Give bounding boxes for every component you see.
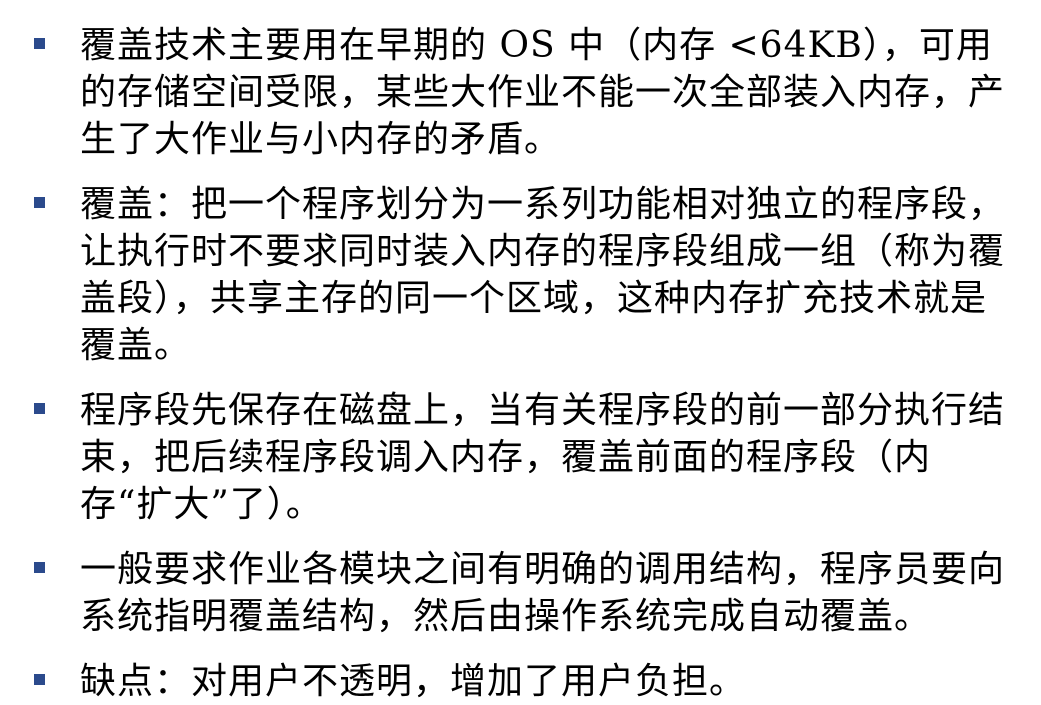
slide: 覆盖技术主要用在早期的 OS 中（内存 <64KB），可用的存储空间受限，某些大… (0, 0, 1041, 702)
bullet-text: 程序段先保存在磁盘上，当有关程序段的前一部分执行结束，把后续程序段调入内存，覆盖… (80, 390, 1006, 525)
bullet-item-overlay-requirement: 一般要求作业各模块之间有明确的调用结构，程序员要向系统指明覆盖结构，然后由操作系… (30, 546, 1020, 640)
bullet-text: 覆盖：把一个程序划分为一系列功能相对独立的程序段，让执行时不要求同时装入内存的程… (80, 184, 1006, 366)
bullet-item-overlay-background: 覆盖技术主要用在早期的 OS 中（内存 <64KB），可用的存储空间受限，某些大… (30, 22, 1020, 163)
bullet-text: 一般要求作业各模块之间有明确的调用结构，程序员要向系统指明覆盖结构，然后由操作系… (80, 549, 1006, 637)
bullet-item-overlay-process: 程序段先保存在磁盘上，当有关程序段的前一部分执行结束，把后续程序段调入内存，覆盖… (30, 387, 1020, 528)
bullet-item-overlay-drawback: 缺点：对用户不透明，增加了用户负担。 (30, 658, 1020, 705)
bullet-item-overlay-definition: 覆盖：把一个程序划分为一系列功能相对独立的程序段，让执行时不要求同时装入内存的程… (30, 181, 1020, 369)
square-bullet-icon (34, 38, 45, 49)
square-bullet-icon (34, 197, 45, 208)
square-bullet-icon (34, 403, 45, 414)
bullet-text: 缺点：对用户不透明，增加了用户负担。 (80, 661, 747, 702)
square-bullet-icon (34, 674, 45, 685)
square-bullet-icon (34, 562, 45, 573)
bullet-text: 覆盖技术主要用在早期的 OS 中（内存 <64KB），可用的存储空间受限，某些大… (80, 25, 1006, 160)
bullet-list: 覆盖技术主要用在早期的 OS 中（内存 <64KB），可用的存储空间受限，某些大… (30, 22, 1020, 705)
